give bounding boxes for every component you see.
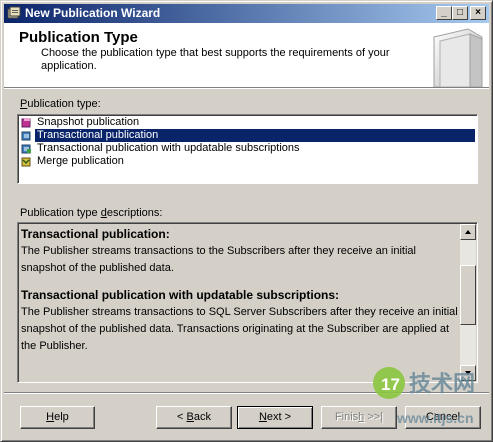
wizard-app-icon bbox=[7, 6, 21, 19]
title-bar[interactable]: New Publication Wizard _ □ × bbox=[4, 4, 489, 23]
minimize-button[interactable]: _ bbox=[436, 6, 452, 20]
next-button[interactable]: Next > bbox=[237, 406, 313, 429]
descriptions-scrollbar[interactable] bbox=[460, 224, 476, 381]
watermark-number: 17 bbox=[381, 375, 400, 394]
site-watermark-logo: 17 技术网 www.itjs.cn bbox=[373, 367, 475, 426]
header-separator bbox=[4, 87, 489, 89]
close-button[interactable]: × bbox=[470, 6, 486, 20]
publication-type-list[interactable]: Snapshot publication Transactional publi… bbox=[17, 114, 478, 184]
watermark-text: 技术网 bbox=[409, 372, 475, 397]
transactional-updatable-icon bbox=[21, 144, 31, 154]
list-item-transactional-updatable[interactable]: Transactional publication with updatable… bbox=[20, 142, 475, 155]
description-body: The Publisher streams transactions to th… bbox=[21, 245, 416, 274]
publication-type-descriptions[interactable]: Transactional publication: The Publisher… bbox=[17, 222, 478, 383]
wizard-window: New Publication Wizard _ □ × Publication… bbox=[0, 0, 493, 442]
list-item-label: Merge publication bbox=[37, 155, 124, 167]
page-description: Choose the publication type that best su… bbox=[41, 47, 390, 72]
scroll-thumb[interactable] bbox=[460, 265, 476, 325]
wizard-header-graphic-icon bbox=[433, 28, 483, 87]
list-item-label: Snapshot publication bbox=[37, 116, 140, 128]
description-body: The Publisher streams transactions to SQ… bbox=[21, 306, 458, 352]
merge-publication-icon bbox=[21, 157, 31, 167]
page-title: Publication Type bbox=[19, 29, 138, 46]
maximize-icon: □ bbox=[456, 7, 464, 18]
close-icon: × bbox=[475, 7, 481, 18]
list-item-label: Transactional publication with updatable… bbox=[37, 142, 300, 154]
description-heading: Transactional publication with updatable… bbox=[21, 288, 340, 302]
wizard-header: Publication Type Choose the publication … bbox=[4, 23, 489, 87]
description-heading: Transactional publication: bbox=[21, 227, 170, 241]
maximize-button[interactable]: □ bbox=[452, 6, 468, 20]
back-button[interactable]: < Back bbox=[156, 406, 232, 429]
list-item-snapshot-publication[interactable]: Snapshot publication bbox=[20, 116, 475, 129]
help-button[interactable]: Help bbox=[20, 406, 95, 429]
minimize-icon: _ bbox=[441, 7, 447, 18]
scroll-up-button[interactable] bbox=[460, 224, 476, 240]
transactional-publication-icon bbox=[21, 131, 31, 141]
list-item-transactional-publication[interactable]: Transactional publication bbox=[20, 129, 475, 142]
arrow-up-icon bbox=[465, 230, 471, 234]
list-item-label: Transactional publication bbox=[35, 129, 475, 142]
publication-type-label: Publication type: bbox=[20, 98, 101, 110]
snapshot-publication-icon bbox=[21, 118, 31, 128]
watermark-url: www.itjs.cn bbox=[396, 410, 474, 426]
window-title: New Publication Wizard bbox=[25, 6, 161, 20]
list-item-merge-publication[interactable]: Merge publication bbox=[20, 155, 475, 168]
descriptions-content: Transactional publication: The Publisher… bbox=[21, 226, 459, 355]
descriptions-label: Publication type descriptions: bbox=[20, 207, 163, 219]
